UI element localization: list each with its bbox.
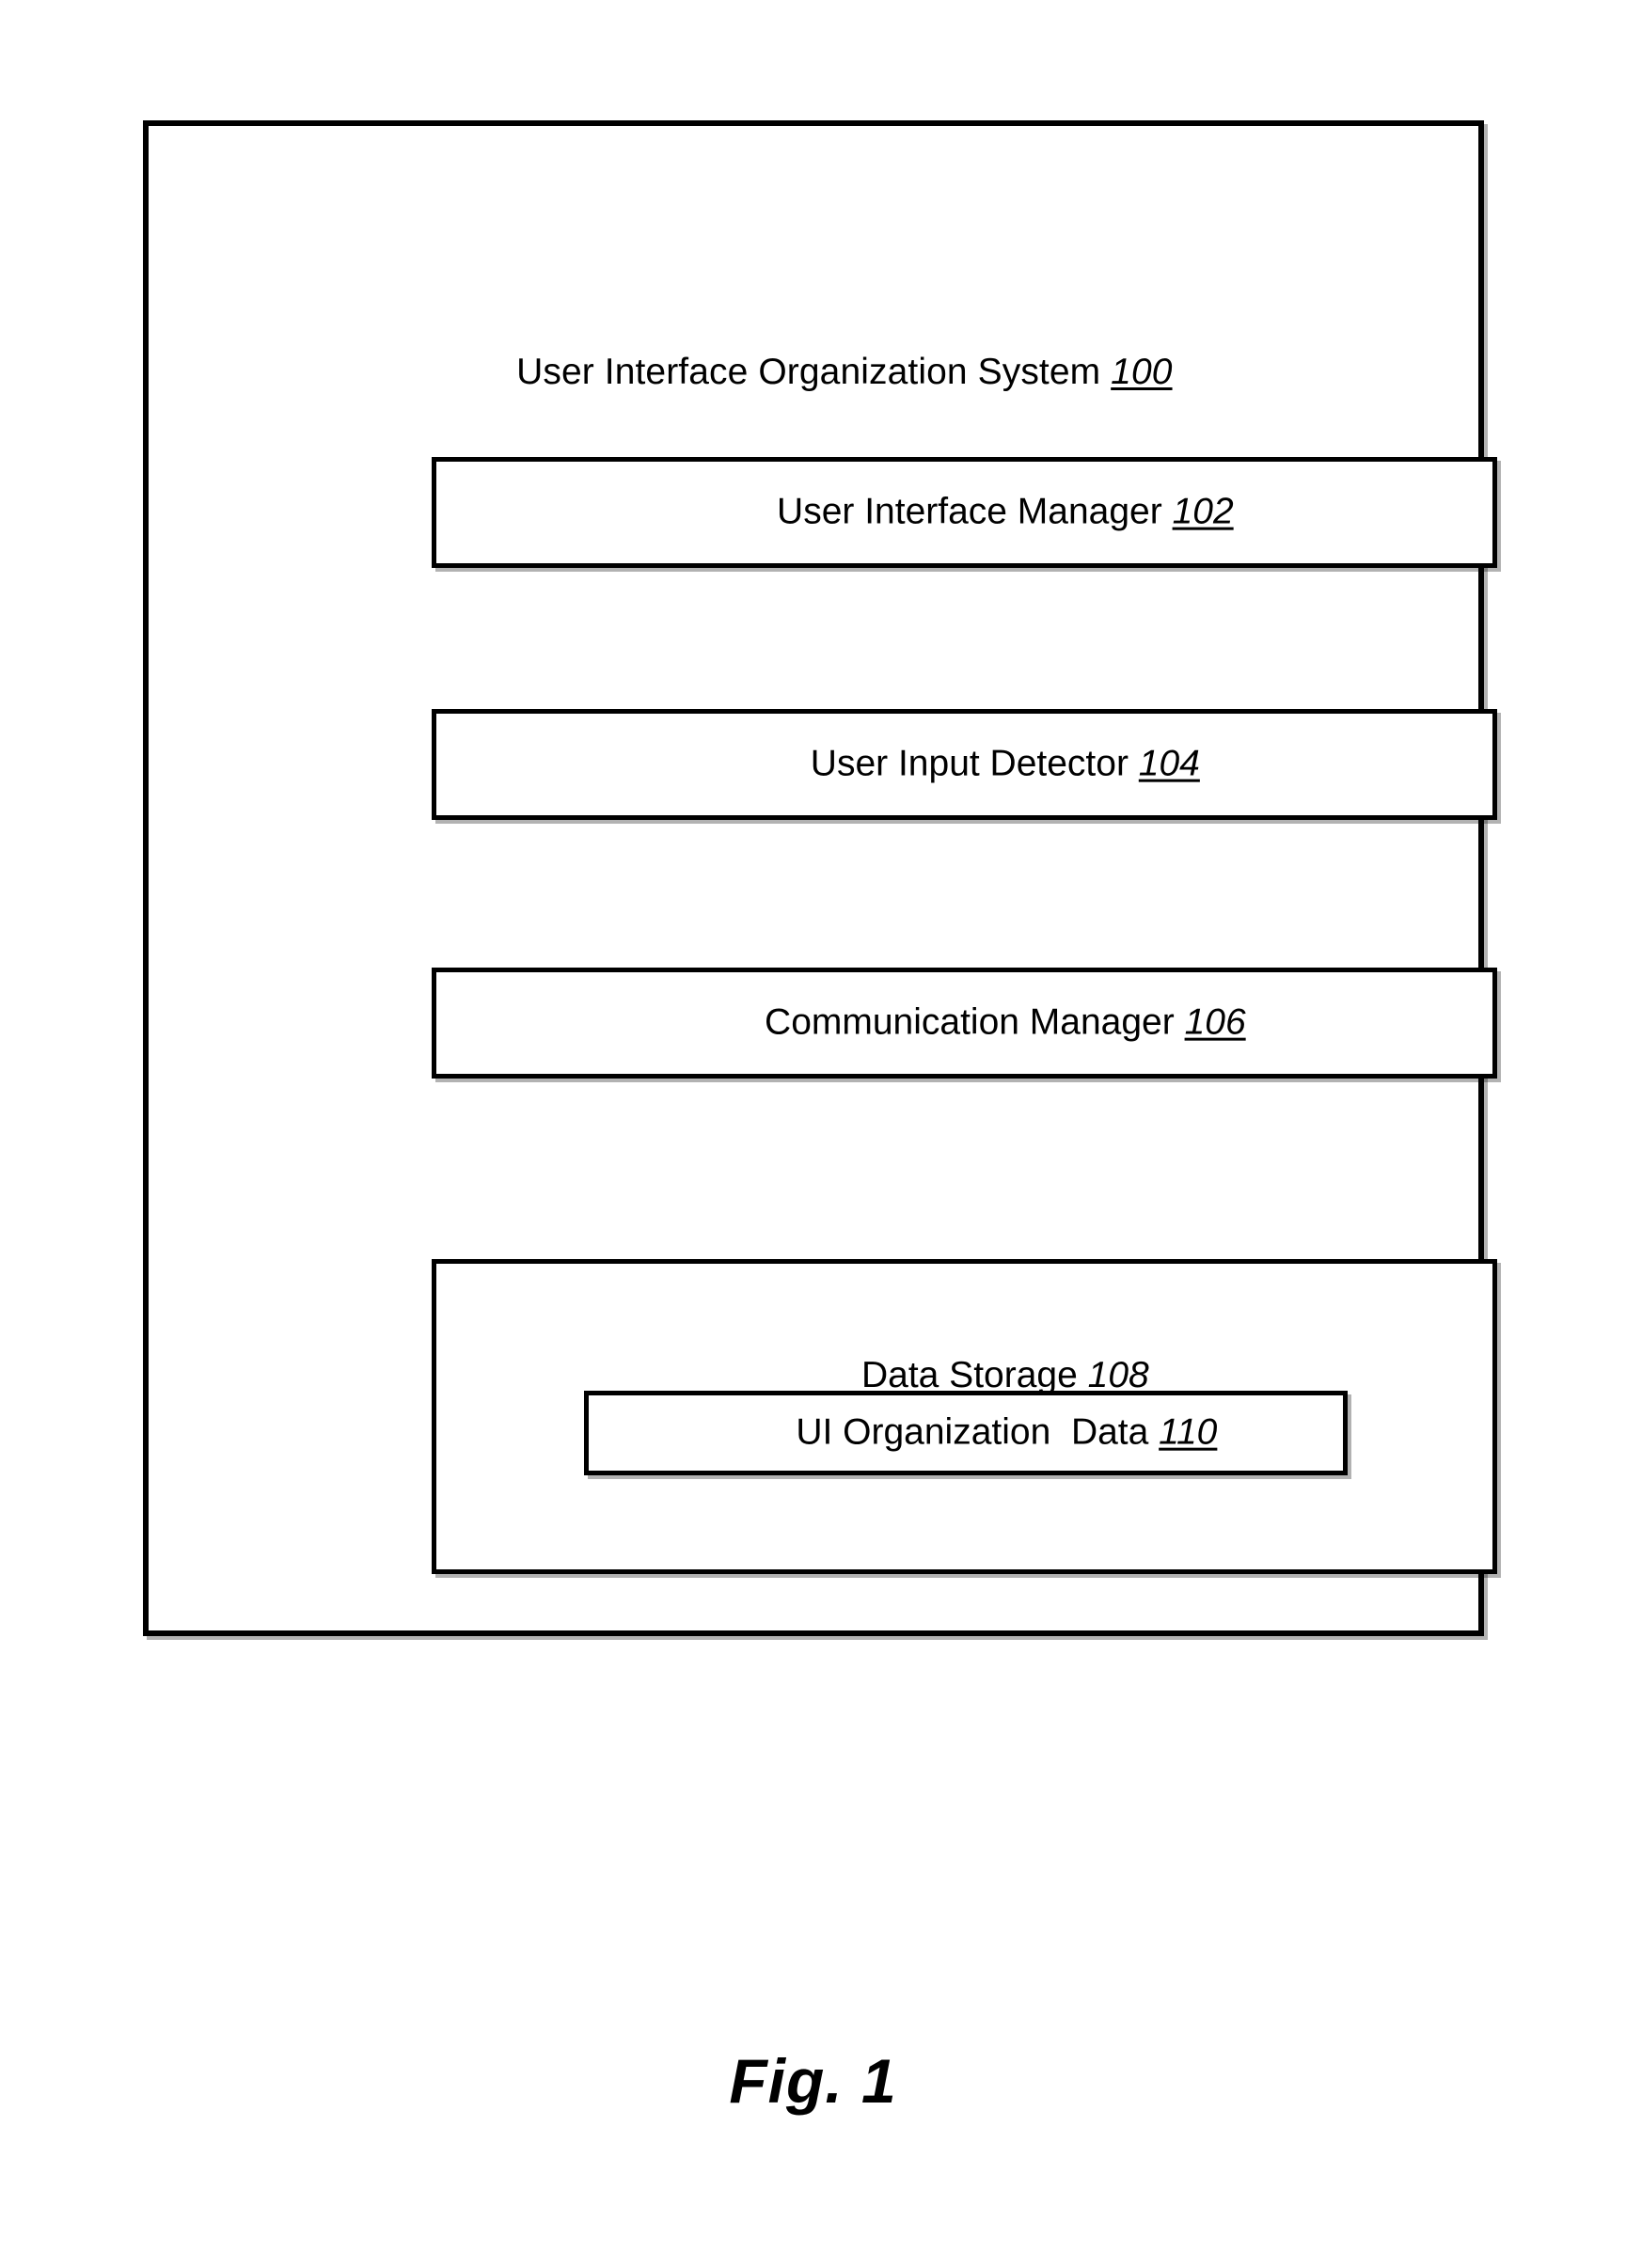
- system-title-reference-numeral: 100: [1111, 351, 1173, 392]
- system-boundary-box: User Interface Organization System 100 U…: [143, 120, 1497, 1636]
- patent-figure-sheet: User Interface Organization System 100 U…: [0, 0, 1626, 2268]
- figure-caption: Fig. 1: [729, 2046, 897, 2116]
- component-label-ui-organization-data: UI Organization Data 110: [589, 1373, 1343, 1494]
- component-label-ui-manager: User Interface Manager 102: [436, 452, 1492, 574]
- component-box-communication-manager: Communication Manager 106: [432, 968, 1497, 1079]
- component-label-text-ui-organization-data: UI Organization Data: [796, 1411, 1149, 1453]
- component-reference-numeral-ui-organization-data: 110: [1159, 1411, 1218, 1453]
- component-label-text-communication-manager: Communication Manager: [765, 1001, 1175, 1043]
- system-title-text: User Interface Organization System: [516, 351, 1101, 392]
- component-box-ui-manager: User Interface Manager 102: [432, 457, 1497, 568]
- component-box-ui-organization-data: UI Organization Data 110: [584, 1391, 1348, 1475]
- component-reference-numeral-input-detector: 104: [1138, 743, 1200, 784]
- component-reference-numeral-communication-manager: 106: [1184, 1001, 1246, 1043]
- system-title: User Interface Organization System 100: [149, 312, 1478, 433]
- component-label-input-detector: User Input Detector 104: [436, 704, 1492, 826]
- component-box-input-detector: User Input Detector 104: [432, 709, 1497, 820]
- component-label-text-ui-manager: User Interface Manager: [777, 491, 1162, 532]
- component-reference-numeral-ui-manager: 102: [1172, 491, 1234, 532]
- component-label-communication-manager: Communication Manager 106: [436, 963, 1492, 1084]
- component-label-text-input-detector: User Input Detector: [810, 743, 1129, 784]
